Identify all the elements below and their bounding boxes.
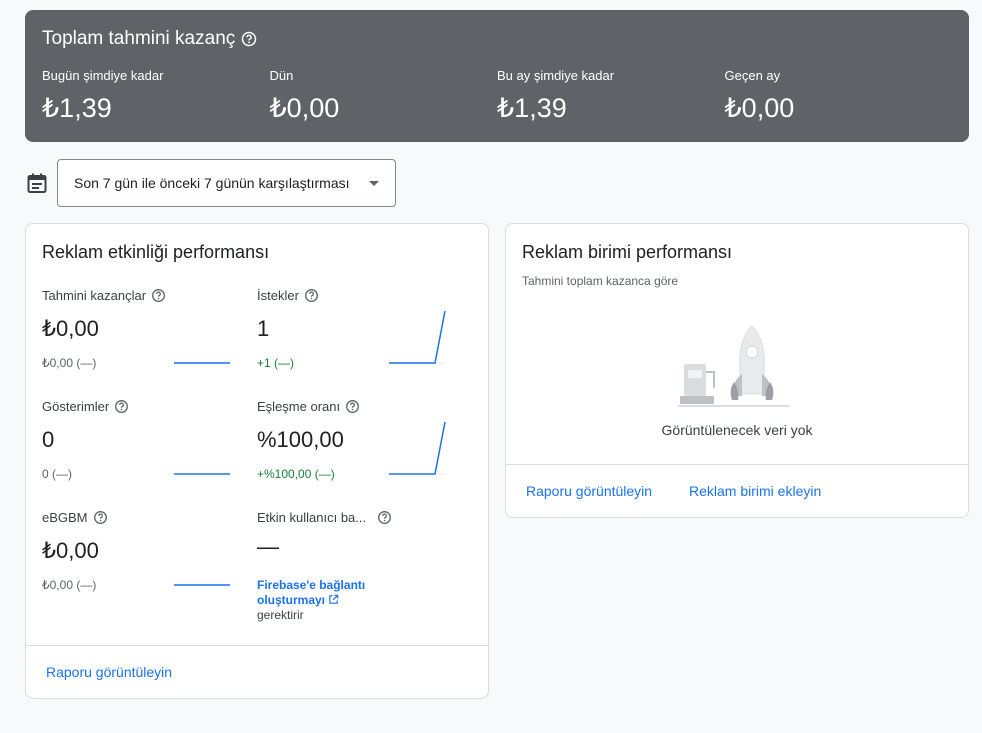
metric-value: — [257,534,279,559]
help-icon[interactable] [377,510,392,525]
earnings-summary: Toplam tahmini kazanç Bugün şimdiye kada… [25,10,969,142]
metric-label: Etkin kullanıcı ba... [257,510,367,525]
earnings-value: ₺0,00 [269,93,340,123]
metric-label-row: Tahmini kazançlar [42,288,242,303]
card-subtitle: Tahmini toplam kazanca göre [522,274,679,288]
earnings-label: Dün [269,68,294,83]
metric-value: 1 [257,316,270,341]
sparkline [174,584,230,586]
metric-impressions[interactable]: Gösterimler 0 0 (—) [42,399,242,499]
metric-label: Gösterimler [42,399,110,414]
card-title: Reklam birimi performansı [522,242,733,262]
firebase-link-line2-row[interactable]: oluşturmayı [257,593,365,608]
earnings-last-month: Geçen ay ₺0,00 [725,68,953,124]
firebase-note: gerektirir [257,608,304,622]
divider [506,464,968,465]
metric-delta: ₺0,00 (—) [42,356,97,370]
date-range-row: Son 7 gün ile önceki 7 günün karşılaştır… [25,159,396,207]
empty-state-rocket-illustration [678,325,789,407]
metric-ecpm[interactable]: eBGBM ₺0,00 ₺0,00 (—) [42,510,242,610]
external-link-icon[interactable] [328,594,339,605]
earnings-value: ₺1,39 [42,93,112,123]
help-icon[interactable] [241,31,257,47]
metric-label: eBGBM [42,510,88,525]
metric-value: ₺0,00 [42,538,99,563]
date-range-value: Son 7 gün ile önceki 7 günün karşılaştır… [74,175,350,191]
earnings-label: Bu ay şimdiye kadar [497,68,615,83]
metric-label-row: Etkin kullanıcı ba... [257,510,457,525]
view-report-link[interactable]: Raporu görüntüleyin [46,664,172,680]
help-icon[interactable] [304,288,319,303]
ad-unit-card: Reklam birimi performansı Tahmini toplam… [505,223,969,518]
help-icon[interactable] [93,510,108,525]
firebase-link-line1[interactable]: Firebase'e bağlantı [257,578,365,593]
metric-delta: ₺0,00 (—) [42,578,97,592]
earnings-label: Geçen ay [724,68,781,83]
metric-delta: 0 (—) [42,467,72,481]
metric-label-row: Gösterimler [42,399,242,414]
divider [26,645,488,646]
earnings-label: Bugün şimdiye kadar [42,68,164,83]
metric-match-rate[interactable]: Eşleşme oranı %100,00 +%100,00 (—) [257,399,457,499]
metric-value: 0 [42,427,55,452]
metric-active-users: Etkin kullanıcı ba... — Firebase'e bağla… [257,510,457,630]
empty-state-text: Görüntülenecek veri yok [661,422,813,438]
earnings-title: Toplam tahmini kazanç [42,28,236,49]
metric-value: ₺0,00 [42,316,99,341]
metric-delta: +1 (—) [257,356,295,370]
earnings-today: Bugün şimdiye kadar ₺1,39 [42,68,270,124]
earnings-title-row: Toplam tahmini kazanç [42,28,952,50]
caret-down-icon [369,180,379,186]
help-icon[interactable] [151,288,166,303]
view-report-link[interactable]: Raporu görüntüleyin [526,483,652,499]
add-ad-unit-link[interactable]: Reklam birimi ekleyin [689,483,821,499]
firebase-link-block: Firebase'e bağlantı oluşturmayı gerektir… [257,578,365,623]
calendar-icon [27,173,47,193]
sparkline [389,310,446,364]
metric-label-row: Eşleşme oranı [257,399,457,414]
sparkline [174,473,230,475]
firebase-link-line2[interactable]: oluşturmayı [257,593,325,607]
metric-delta: +%100,00 (—) [257,467,335,481]
sparkline [174,362,230,364]
earnings-value: ₺1,39 [497,93,567,123]
earnings-this-month: Bu ay şimdiye kadar ₺1,39 [497,68,725,124]
help-icon[interactable] [345,399,360,414]
metric-label: Tahmini kazançlar [42,288,147,303]
metric-requests[interactable]: İstekler 1 +1 (—) [257,288,457,388]
metric-value: %100,00 [257,427,344,452]
metric-label: Eşleşme oranı [257,399,341,414]
metric-estimated-earnings[interactable]: Tahmini kazançlar ₺0,00 ₺0,00 (—) [42,288,242,388]
date-range-select[interactable]: Son 7 gün ile önceki 7 günün karşılaştır… [57,159,396,207]
ad-activity-card: Reklam etkinliği performansı Tahmini kaz… [25,223,489,699]
metric-label-row: İstekler [257,288,457,303]
earnings-yesterday: Dün ₺0,00 [270,68,498,124]
metric-label: İstekler [257,288,299,303]
earnings-value: ₺0,00 [724,93,795,123]
help-icon[interactable] [114,399,129,414]
metric-label-row: eBGBM [42,510,242,525]
card-title: Reklam etkinliği performansı [42,242,270,262]
sparkline [389,421,446,475]
